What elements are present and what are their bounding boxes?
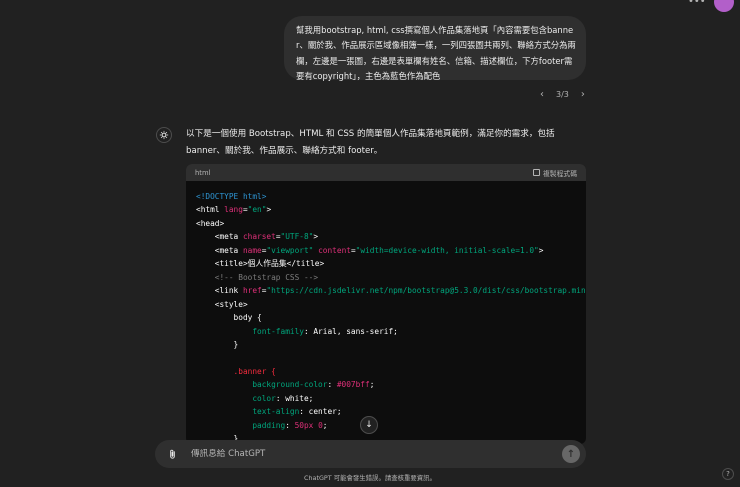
next-response-button[interactable]: ›: [577, 89, 589, 100]
code-line: <meta charset="UTF-8">: [196, 232, 319, 242]
response-pager: ‹ 3/3 ›: [536, 89, 589, 100]
code-line: <link href="https://cdn.jsdelivr.net/npm…: [196, 286, 586, 296]
assistant-message-text: 以下是一個使用 Bootstrap、HTML 和 CSS 的簡單個人作品集落地頁…: [186, 129, 555, 156]
code-line: padding: 50px 0;: [196, 420, 328, 430]
code-line: .banner {: [196, 366, 276, 376]
code-line: text-align: center;: [196, 407, 342, 417]
code-line: background-color: #007bff;: [196, 380, 375, 390]
code-line: <meta name="viewport" content="width=dev…: [196, 245, 544, 255]
code-line: <style>: [196, 299, 248, 309]
user-message: 幫我用bootstrap, html, css撰寫個人作品集落地頁「內容需要包含…: [284, 16, 586, 81]
chatgpt-logo-icon: [156, 127, 172, 143]
code-line: font-family: Arial, sans-serif;: [196, 326, 398, 336]
more-icon[interactable]: •••: [688, 0, 706, 8]
copy-code-label: 複製程式碼: [543, 169, 577, 178]
arrow-down-icon: ↓: [365, 420, 373, 430]
code-language-label: html: [195, 168, 211, 177]
assistant-message: 以下是一個使用 Bootstrap、HTML 和 CSS 的簡單個人作品集落地頁…: [186, 126, 586, 160]
user-message-text: 幫我用bootstrap, html, css撰寫個人作品集落地頁「內容需要包含…: [296, 25, 576, 81]
copy-code-button[interactable]: 複製程式碼: [533, 168, 577, 178]
scroll-to-bottom-button[interactable]: ↓: [360, 416, 378, 434]
code-content: <!DOCTYPE html> <html lang="en"> <head> …: [186, 181, 586, 444]
code-line: <!-- Bootstrap CSS -->: [196, 272, 319, 282]
code-block-header: html 複製程式碼: [186, 164, 586, 181]
code-line: <html lang="en">: [196, 205, 272, 215]
code-line: }: [196, 339, 239, 349]
avatar[interactable]: [714, 0, 734, 12]
response-counter: 3/3: [556, 90, 569, 99]
code-block: html 複製程式碼 <!DOCTYPE html> <html lang="e…: [186, 164, 586, 444]
help-button[interactable]: ?: [722, 468, 734, 480]
code-line: body {: [196, 313, 262, 323]
top-bar: •••: [688, 0, 734, 12]
code-line: <!DOCTYPE html>: [196, 192, 267, 201]
code-line: color: white;: [196, 393, 314, 403]
disclaimer: ChatGPT 可能會發生錯誤。請查核重要資訊。: [304, 474, 436, 482]
copy-icon: [533, 169, 541, 176]
code-line: <title>個人作品集</title>: [196, 259, 325, 269]
composer: ↑: [155, 440, 586, 468]
send-button[interactable]: ↑: [562, 445, 580, 463]
previous-response-button[interactable]: ‹: [536, 89, 548, 100]
paperclip-icon[interactable]: [165, 447, 179, 461]
message-input[interactable]: [179, 449, 562, 459]
code-line: <head>: [196, 218, 225, 228]
arrow-up-icon: ↑: [566, 448, 576, 460]
